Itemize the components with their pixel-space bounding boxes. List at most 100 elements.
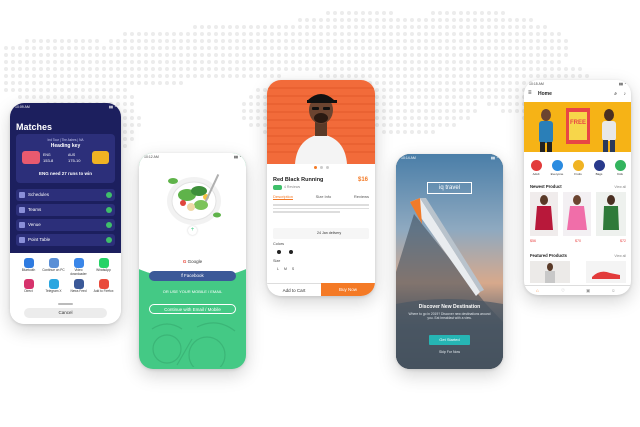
google-login-button[interactable]: G Google <box>149 257 236 267</box>
map-dot <box>53 81 57 85</box>
skip-link[interactable]: Skip For Now <box>396 350 503 354</box>
map-dot <box>221 74 225 78</box>
review-count[interactable]: 4 Reviews <box>284 185 300 189</box>
map-dot <box>445 81 449 85</box>
map-dot <box>396 18 400 22</box>
cancel-button[interactable]: Cancel <box>24 308 107 318</box>
color-swatch-dark[interactable] <box>289 250 293 254</box>
category-item[interactable]: Bags <box>592 160 606 176</box>
size-option[interactable]: S <box>292 267 294 271</box>
cart-icon[interactable]: ▣ <box>586 288 590 294</box>
match-card[interactable]: Ind Tour | The Ashes | NA Heading key EN… <box>16 134 115 183</box>
carousel-dot-active[interactable] <box>314 166 317 169</box>
map-dot <box>375 95 379 99</box>
promo-banner[interactable]: FREE <box>524 102 631 152</box>
map-dot <box>130 102 134 106</box>
map-dot <box>172 74 176 78</box>
heart-icon[interactable]: ♡ <box>561 288 565 294</box>
map-dot <box>172 53 176 57</box>
map-dot <box>284 39 288 43</box>
share-app-firefox[interactable]: Add to Firefox <box>91 279 116 294</box>
share-app-facebook[interactable]: News Feed <box>66 279 91 294</box>
category-item[interactable]: Everyone <box>550 160 564 176</box>
map-dot <box>165 39 169 43</box>
continue-email-button[interactable]: Continue with Email / Mobile <box>149 304 236 314</box>
get-started-button[interactable]: Get Started <box>429 335 470 345</box>
search-icon[interactable]: ⌕ <box>614 91 617 97</box>
map-dot <box>214 53 218 57</box>
category-icon <box>572 160 584 171</box>
map-dot <box>179 32 183 36</box>
map-dot <box>501 25 505 29</box>
map-dot <box>473 18 477 22</box>
product-card[interactable] <box>530 192 558 236</box>
map-dot <box>557 67 561 71</box>
add-to-cart-button[interactable]: Add to Cart <box>267 283 321 296</box>
map-dot <box>333 32 337 36</box>
map-dot <box>375 88 379 92</box>
map-dot <box>305 53 309 57</box>
category-item[interactable]: Kids <box>613 160 627 176</box>
map-dot <box>438 32 442 36</box>
profile-icon[interactable]: ☺ <box>611 288 616 293</box>
featured-view-all-link[interactable]: View all <box>614 254 626 258</box>
carousel-dot[interactable] <box>320 166 323 169</box>
row-point-table[interactable]: Point Table <box>16 234 115 246</box>
share-app-bluetooth[interactable]: Bluetooth <box>16 258 41 276</box>
share-app-whatsapp[interactable]: WhatsApp <box>91 258 116 276</box>
map-dot <box>431 95 435 99</box>
tab-reviews[interactable]: Reviews <box>354 194 369 200</box>
map-dot <box>214 60 218 64</box>
size-option[interactable]: L <box>277 267 279 271</box>
map-dot <box>508 67 512 71</box>
map-dot <box>522 74 526 78</box>
map-dot <box>228 46 232 50</box>
share-app-instagram[interactable]: Direct <box>16 279 41 294</box>
map-dot <box>487 11 491 15</box>
map-dot <box>263 67 267 71</box>
bell-icon[interactable]: ♪ <box>624 91 627 97</box>
map-dot <box>431 109 435 113</box>
row-schedules[interactable]: Schedules <box>16 189 115 201</box>
map-dot <box>417 123 421 127</box>
map-dot <box>88 67 92 71</box>
map-dot <box>123 102 127 106</box>
color-swatch-black[interactable] <box>277 250 281 254</box>
map-dot <box>172 60 176 64</box>
row-teams[interactable]: Teams <box>16 204 115 216</box>
share-app-pc[interactable]: Continue on PC <box>41 258 66 276</box>
tab-description[interactable]: Description <box>273 194 294 200</box>
row-venue[interactable]: Venue <box>16 219 115 231</box>
map-dot <box>473 39 477 43</box>
map-dot <box>200 53 204 57</box>
tab-size-info[interactable]: Size Info <box>316 194 332 200</box>
category-item[interactable]: Adult <box>529 160 543 176</box>
featured-card[interactable] <box>530 261 570 283</box>
product-card[interactable] <box>596 192 626 236</box>
carousel-dot[interactable] <box>326 166 329 169</box>
map-dot <box>74 67 78 71</box>
share-app-download[interactable]: Video downloader <box>66 258 91 276</box>
map-dot <box>550 67 554 71</box>
featured-card[interactable] <box>586 261 626 283</box>
map-dot <box>466 53 470 57</box>
home-icon[interactable]: ⌂ <box>536 288 539 293</box>
product-card[interactable] <box>563 192 591 236</box>
map-dot <box>543 46 547 50</box>
map-dot <box>473 53 477 57</box>
map-dot <box>263 46 267 50</box>
map-dot <box>529 39 533 43</box>
map-dot <box>410 102 414 106</box>
map-dot <box>81 60 85 64</box>
buy-now-button[interactable]: Buy Now <box>321 283 375 296</box>
map-dot <box>207 53 211 57</box>
category-item[interactable]: Fruits <box>571 160 585 176</box>
menu-icon[interactable]: ≡ <box>528 90 532 96</box>
category-label: Kids <box>617 172 623 176</box>
newest-view-all-link[interactable]: View all <box>614 185 626 189</box>
map-dot <box>501 81 505 85</box>
facebook-login-button[interactable]: f Facebook <box>149 271 236 281</box>
share-app-telegram[interactable]: Telegram X <box>41 279 66 294</box>
map-dot <box>172 67 176 71</box>
size-option[interactable]: M <box>284 267 287 271</box>
